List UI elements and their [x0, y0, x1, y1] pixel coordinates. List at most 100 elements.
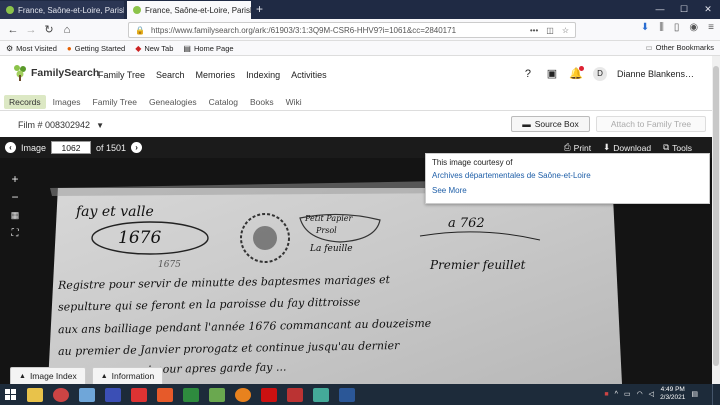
- download-arrow-icon[interactable]: ⬇: [641, 22, 649, 33]
- window-controls: — ☐ ✕: [648, 0, 720, 19]
- subnav-catalog[interactable]: Catalog: [204, 95, 243, 109]
- network-icon[interactable]: ◠: [637, 390, 643, 398]
- back-icon[interactable]: ←: [4, 24, 22, 36]
- url-bar[interactable]: 🔒 https://www.familysearch.org/ark:/6190…: [128, 22, 576, 38]
- subnav-wiki[interactable]: Wiki: [281, 95, 307, 109]
- next-image-icon[interactable]: ›: [131, 142, 143, 153]
- new-tab-button[interactable]: +: [256, 2, 263, 16]
- chevron-up-icon[interactable]: ^: [615, 391, 618, 398]
- volume-icon[interactable]: ◁: [649, 390, 654, 398]
- subnav-books[interactable]: Books: [245, 95, 279, 109]
- download-icon: ⬇: [603, 142, 611, 152]
- messages-icon[interactable]: ▣: [545, 67, 559, 81]
- sidebar-icon[interactable]: ▯: [674, 22, 680, 33]
- excel-icon[interactable]: [183, 387, 199, 402]
- subnav-records[interactable]: Records: [4, 94, 46, 109]
- firefox-taskbar-icon[interactable]: [235, 387, 251, 402]
- bookmark-new-tab[interactable]: ◆ New Tab: [135, 44, 173, 53]
- pocket-icon[interactable]: ◫: [546, 26, 554, 35]
- image-number-input[interactable]: [51, 141, 92, 154]
- browser-tab-2[interactable]: France, Saône-et-Loire, Parish ✕: [127, 1, 251, 19]
- app-icon[interactable]: [131, 387, 147, 402]
- other-bookmarks[interactable]: ▭ Other Bookmarks: [646, 43, 714, 52]
- nav-search[interactable]: Search: [156, 70, 185, 80]
- avatar[interactable]: D: [592, 67, 607, 81]
- powerpoint-icon[interactable]: [157, 387, 173, 402]
- close-window-icon[interactable]: ✕: [696, 0, 720, 19]
- nav-indexing[interactable]: Indexing: [246, 70, 280, 80]
- print-button[interactable]: ⎙ Print: [564, 142, 591, 153]
- zoom-tools: + − ▦ ⛶: [6, 172, 24, 242]
- information-label: Information: [111, 371, 155, 381]
- word-icon[interactable]: [339, 387, 355, 402]
- previous-image-icon[interactable]: ‹: [5, 142, 16, 153]
- lock-icon: 🔒: [135, 25, 145, 35]
- acrobat-icon[interactable]: [261, 387, 277, 402]
- caret-down-icon: ▼: [96, 120, 104, 130]
- film-selector[interactable]: Film # 008302942 ▼: [18, 120, 104, 130]
- user-name[interactable]: Dianne Blankens…: [617, 69, 694, 79]
- nav-family-tree[interactable]: Family Tree: [98, 70, 145, 80]
- account-icon[interactable]: ◉: [689, 22, 698, 33]
- app-icon[interactable]: [79, 387, 95, 402]
- notification-dot: [578, 66, 584, 71]
- home-icon[interactable]: ⌂: [58, 24, 76, 36]
- forward-icon[interactable]: →: [22, 24, 40, 36]
- app-icon[interactable]: [53, 387, 69, 402]
- attach-to-family-tree-button[interactable]: Attach to Family Tree: [596, 116, 706, 132]
- bookmark-label: Home Page: [193, 43, 234, 53]
- other-bookmarks-label: Other Bookmarks: [655, 43, 714, 52]
- image-index-tab[interactable]: ▲ Image Index: [10, 367, 86, 384]
- page-scrollbar[interactable]: [712, 56, 720, 384]
- library-icon[interactable]: ⫼: [659, 22, 664, 33]
- bookmark-getting-started[interactable]: ● Getting Started: [67, 44, 125, 53]
- nav-activities[interactable]: Activities: [291, 70, 327, 80]
- app-icon[interactable]: [313, 387, 329, 402]
- subnav-family-tree[interactable]: Family Tree: [88, 95, 142, 109]
- browser-tab-1[interactable]: France, Saône-et-Loire, Parish ✕: [0, 1, 124, 19]
- hamburger-menu-icon[interactable]: ≡: [708, 22, 714, 33]
- doc-text-folio: a 762: [448, 216, 485, 231]
- nav-memories[interactable]: Memories: [196, 70, 236, 80]
- app-icon[interactable]: [209, 387, 225, 402]
- battery-icon[interactable]: ▭: [624, 390, 631, 398]
- app-icon[interactable]: [287, 387, 303, 402]
- bottom-tabs: ▲ Image Index ▲ Information: [10, 367, 164, 384]
- source-box-label: Source Box: [534, 119, 579, 129]
- familysearch-logo[interactable]: FamilySearch: [12, 64, 99, 82]
- information-tab[interactable]: ▲ Information: [91, 367, 164, 384]
- zoom-in-icon[interactable]: +: [7, 172, 23, 187]
- doc-text-premier: Premier feuillet: [430, 258, 526, 272]
- see-more-link[interactable]: See More: [432, 186, 703, 195]
- file-explorer-icon[interactable]: [27, 387, 43, 402]
- reload-icon[interactable]: ↻: [40, 23, 58, 36]
- subnav-images[interactable]: Images: [48, 95, 86, 109]
- bookmark-star-icon[interactable]: ☆: [562, 26, 569, 35]
- tools-button[interactable]: ⧉ Tools: [663, 142, 692, 153]
- page-actions-menu[interactable]: •••: [530, 26, 538, 35]
- bookmark-home-page[interactable]: ▤ Home Page: [183, 44, 233, 53]
- main-nav: Family Tree Search Memories Indexing Act…: [98, 70, 327, 80]
- outlook-icon[interactable]: [105, 387, 121, 402]
- doc-text-year: 1676: [118, 228, 162, 248]
- image-navigation: ‹ Image of 1501 ›: [5, 141, 143, 154]
- scrollbar-thumb[interactable]: [713, 66, 719, 366]
- tray-app-icon[interactable]: ■: [604, 391, 608, 398]
- archive-link[interactable]: Archives départementales de Saône-et-Loi…: [432, 171, 703, 180]
- notifications-bell-icon[interactable]: 🔔: [569, 66, 584, 81]
- maximize-icon[interactable]: ☐: [672, 0, 696, 19]
- show-desktop-button[interactable]: [712, 384, 720, 405]
- zoom-out-icon[interactable]: −: [7, 190, 23, 205]
- minimize-icon[interactable]: —: [648, 0, 672, 19]
- taskbar-clock[interactable]: 4:49 PM 2/3/2021: [660, 386, 685, 402]
- download-button[interactable]: ⬇ Download: [603, 142, 651, 153]
- bookmark-label: Most Visited: [16, 43, 57, 53]
- help-icon[interactable]: ?: [521, 67, 535, 81]
- windows-start-icon[interactable]: [0, 384, 22, 405]
- source-box-button[interactable]: ▬ Source Box: [511, 116, 590, 132]
- fullscreen-icon[interactable]: ⛶: [7, 226, 23, 241]
- bookmark-most-visited[interactable]: ⚙ Most Visited: [6, 44, 57, 53]
- notifications-center-icon[interactable]: ▤: [691, 390, 698, 398]
- grid-view-icon[interactable]: ▦: [7, 208, 23, 223]
- subnav-genealogies[interactable]: Genealogies: [144, 95, 202, 109]
